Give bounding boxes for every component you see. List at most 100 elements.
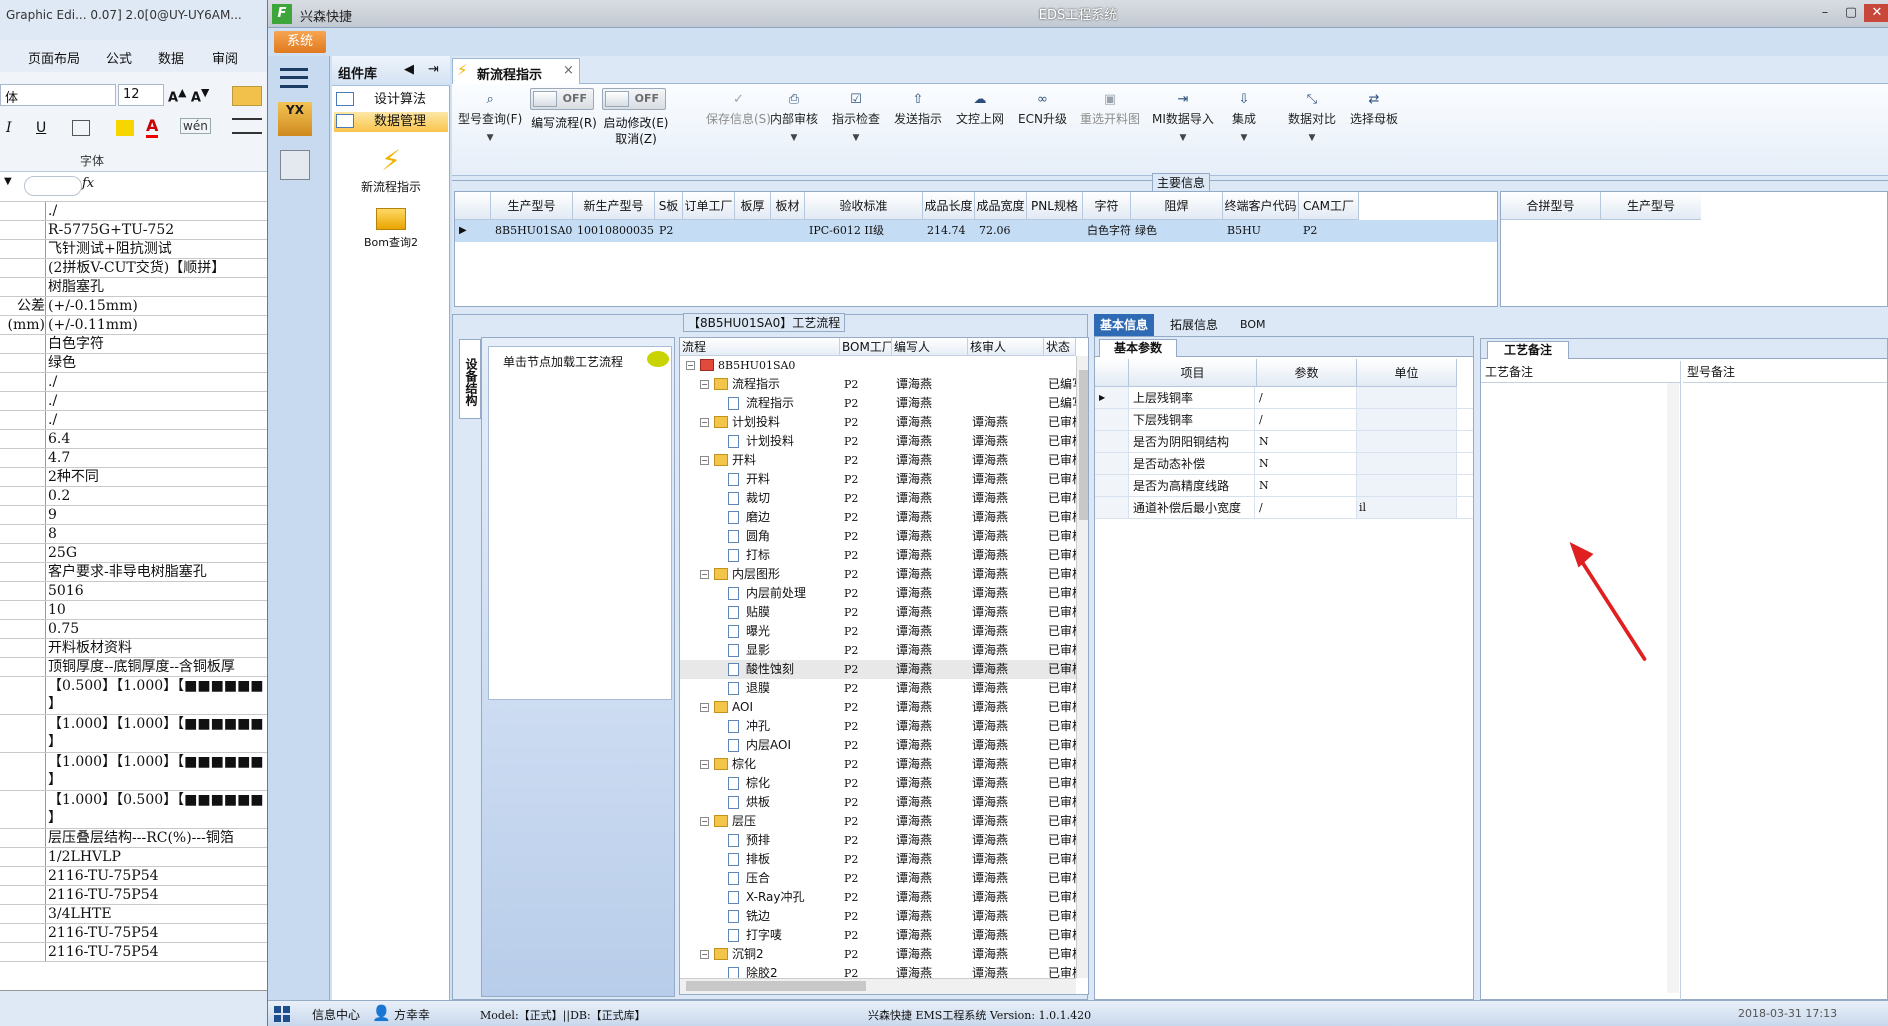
toggle-switch[interactable]: OFF (602, 88, 666, 110)
hamburger-menu-icon[interactable] (280, 68, 308, 88)
main-info-grid[interactable]: ▶ 生产型号8B5HU01SA0新生产型号10010800035102S板P2订… (454, 191, 1498, 307)
col-header-1[interactable]: 新生产型号 (573, 192, 655, 220)
excel-row[interactable]: 3/4LHTE (0, 905, 267, 924)
col-header-2[interactable]: S板 (655, 192, 683, 220)
param-row[interactable]: 是否为高精度线路 N (1095, 475, 1473, 497)
align-left-icon[interactable] (232, 118, 262, 134)
excel-cell-b[interactable]: 0.75 (48, 620, 267, 638)
param-value[interactable]: / (1257, 497, 1357, 518)
excel-cell-b[interactable]: 开料板材资料 (48, 639, 267, 657)
excel-cell-b[interactable]: 2种不同 (48, 468, 267, 486)
param-row[interactable]: 是否动态补偿 N (1095, 453, 1473, 475)
tree-row[interactable]: − 层压 P2 谭海燕 谭海燕 已审核 (680, 812, 1088, 831)
name-box-arrow-icon[interactable]: ▼ (4, 176, 12, 187)
excel-tab-data[interactable]: 数据 (158, 48, 184, 67)
param-value[interactable]: N (1257, 431, 1357, 452)
excel-cell-a[interactable] (0, 658, 46, 676)
excel-cell-a[interactable] (0, 791, 46, 828)
excel-cell-b[interactable]: ./ (48, 373, 267, 391)
excel-cell-b[interactable]: 【1.000】【0.500】【■■■■■■ 】 (48, 791, 267, 828)
excel-cell-b[interactable]: 【0.500】【1.000】【■■■■■■ 】 (48, 677, 267, 714)
toggle-switch[interactable]: OFF (530, 88, 594, 110)
excel-row[interactable]: 6.4 (0, 430, 267, 449)
tree-row[interactable]: 排板 P2 谭海燕 谭海燕 已审核 (680, 850, 1088, 869)
tree-row[interactable]: 内层AOI P2 谭海燕 谭海燕 已审核 (680, 736, 1088, 755)
dropdown-arrow-icon[interactable]: ▼ (458, 133, 522, 143)
excel-row[interactable]: 绿色 (0, 354, 267, 373)
tree-row[interactable]: − 沉铜2 P2 谭海燕 谭海燕 已审核 (680, 945, 1088, 964)
excel-cell-a[interactable] (0, 905, 46, 923)
excel-row[interactable]: 5016 (0, 582, 267, 601)
excel-cell-b[interactable]: 【1.000】【1.000】【■■■■■■ 】 (48, 753, 267, 790)
col-header-6[interactable]: 验收标准 (805, 192, 923, 220)
cell-3[interactable] (687, 220, 735, 242)
calculator-icon[interactable] (280, 150, 310, 180)
excel-cell-a[interactable] (0, 259, 46, 277)
cell-6[interactable]: IPC-6012 II级 (809, 220, 923, 242)
excel-row[interactable]: 25G (0, 544, 267, 563)
excel-row[interactable]: 9 (0, 506, 267, 525)
excel-row[interactable]: 层压叠层结构---RC(%)---铜箔 (0, 829, 267, 848)
tree-row[interactable]: 显影 P2 谭海燕 谭海燕 已审核 (680, 641, 1088, 660)
lib-item-design-algorithm[interactable]: 设计算法 (334, 90, 448, 110)
col-writer[interactable]: 编写人 (892, 338, 968, 356)
expand-toggle-icon[interactable]: − (700, 703, 709, 712)
align-top-icon[interactable] (232, 86, 262, 106)
col-header-value[interactable]: 参数 (1257, 359, 1357, 387)
param-unit[interactable] (1357, 453, 1457, 474)
excel-row[interactable]: 2种不同 (0, 468, 267, 487)
basic-params-grid[interactable]: 基本参数 项目 参数 单位 ▶ 上层残铜率 / 下层残铜率 / 是否为阴阳铜结构 N 是否动态… (1094, 336, 1474, 1000)
excel-row[interactable]: (mm) (+/-0.11mm) (0, 316, 267, 335)
excel-row[interactable]: 白色字符 (0, 335, 267, 354)
excel-cell-a[interactable] (0, 677, 46, 714)
excel-cell-a[interactable] (0, 563, 46, 581)
tree-row[interactable]: 打字唛 P2 谭海燕 谭海燕 已审核 (680, 926, 1088, 945)
toolbar-toggle-1[interactable]: OFF 编写流程(R) (524, 88, 604, 168)
excel-cell-a[interactable] (0, 278, 46, 296)
excel-row[interactable]: 开料板材资料 (0, 639, 267, 658)
excel-cell-a[interactable] (0, 506, 46, 524)
cell-0[interactable]: 8B5HU01SA0 (495, 220, 573, 242)
excel-cell-b[interactable]: 6.4 (48, 430, 267, 448)
param-value[interactable]: N (1257, 453, 1357, 474)
param-unit[interactable]: il (1357, 497, 1457, 518)
expand-toggle-icon[interactable]: − (700, 950, 709, 959)
excel-cell-b[interactable]: (+/-0.11mm) (48, 316, 267, 334)
excel-cell-a[interactable]: (mm) (0, 316, 46, 334)
excel-cell-a[interactable] (0, 753, 46, 790)
excel-row[interactable]: 1/2LHVLP (0, 848, 267, 867)
excel-cell-b[interactable]: ./ (48, 411, 267, 429)
tree-row[interactable]: − 计划投料 P2 谭海燕 谭海燕 已审核 (680, 413, 1088, 432)
excel-tab-page-layout[interactable]: 页面布局 (28, 48, 80, 67)
expand-toggle-icon[interactable]: − (700, 817, 709, 826)
collapse-arrow-icon[interactable]: ◀ (404, 62, 414, 77)
excel-cell-a[interactable] (0, 886, 46, 904)
tree-row[interactable]: 贴膜 P2 谭海燕 谭海燕 已审核 (680, 603, 1088, 622)
col-bom-factory[interactable]: BOM工厂 (840, 338, 892, 356)
font-size-select[interactable]: 12 (118, 84, 164, 106)
excel-cell-a[interactable] (0, 411, 46, 429)
param-unit[interactable] (1357, 387, 1457, 408)
excel-row[interactable]: ./ (0, 373, 267, 392)
excel-cell-a[interactable] (0, 848, 46, 866)
excel-cell-b[interactable]: 4.7 (48, 449, 267, 467)
excel-cell-a[interactable] (0, 715, 46, 752)
excel-cell-a[interactable] (0, 430, 46, 448)
tree-row[interactable]: − 棕化 P2 谭海燕 谭海燕 已审核 (680, 755, 1088, 774)
excel-cell-a[interactable] (0, 943, 46, 961)
tree-row[interactable]: 压合 P2 谭海燕 谭海燕 已审核 (680, 869, 1088, 888)
tree-row[interactable]: 棕化 P2 谭海燕 谭海燕 已审核 (680, 774, 1088, 793)
row-header[interactable] (1095, 475, 1129, 496)
side-tab-equipment[interactable]: 设备结构 (459, 339, 481, 419)
excel-row[interactable]: ./ (0, 411, 267, 430)
excel-row[interactable]: R-5775G+TU-752 (0, 221, 267, 240)
expand-toggle-icon[interactable]: − (700, 456, 709, 465)
process-flow-tree[interactable]: −8B5HU01SA0−流程指示P2谭海燕已编写流程指示P2谭海燕已编写−计划投… (679, 337, 1089, 995)
cell-2[interactable]: P2 (659, 220, 683, 242)
phonetic-icon[interactable]: wén (180, 118, 211, 134)
excel-cell-a[interactable] (0, 468, 46, 486)
col-header-4[interactable]: 板厚 (735, 192, 771, 220)
excel-cell-a[interactable] (0, 240, 46, 258)
excel-cell-b[interactable]: 9 (48, 506, 267, 524)
grow-font-icon[interactable]: A▲ A▼ (168, 86, 209, 105)
